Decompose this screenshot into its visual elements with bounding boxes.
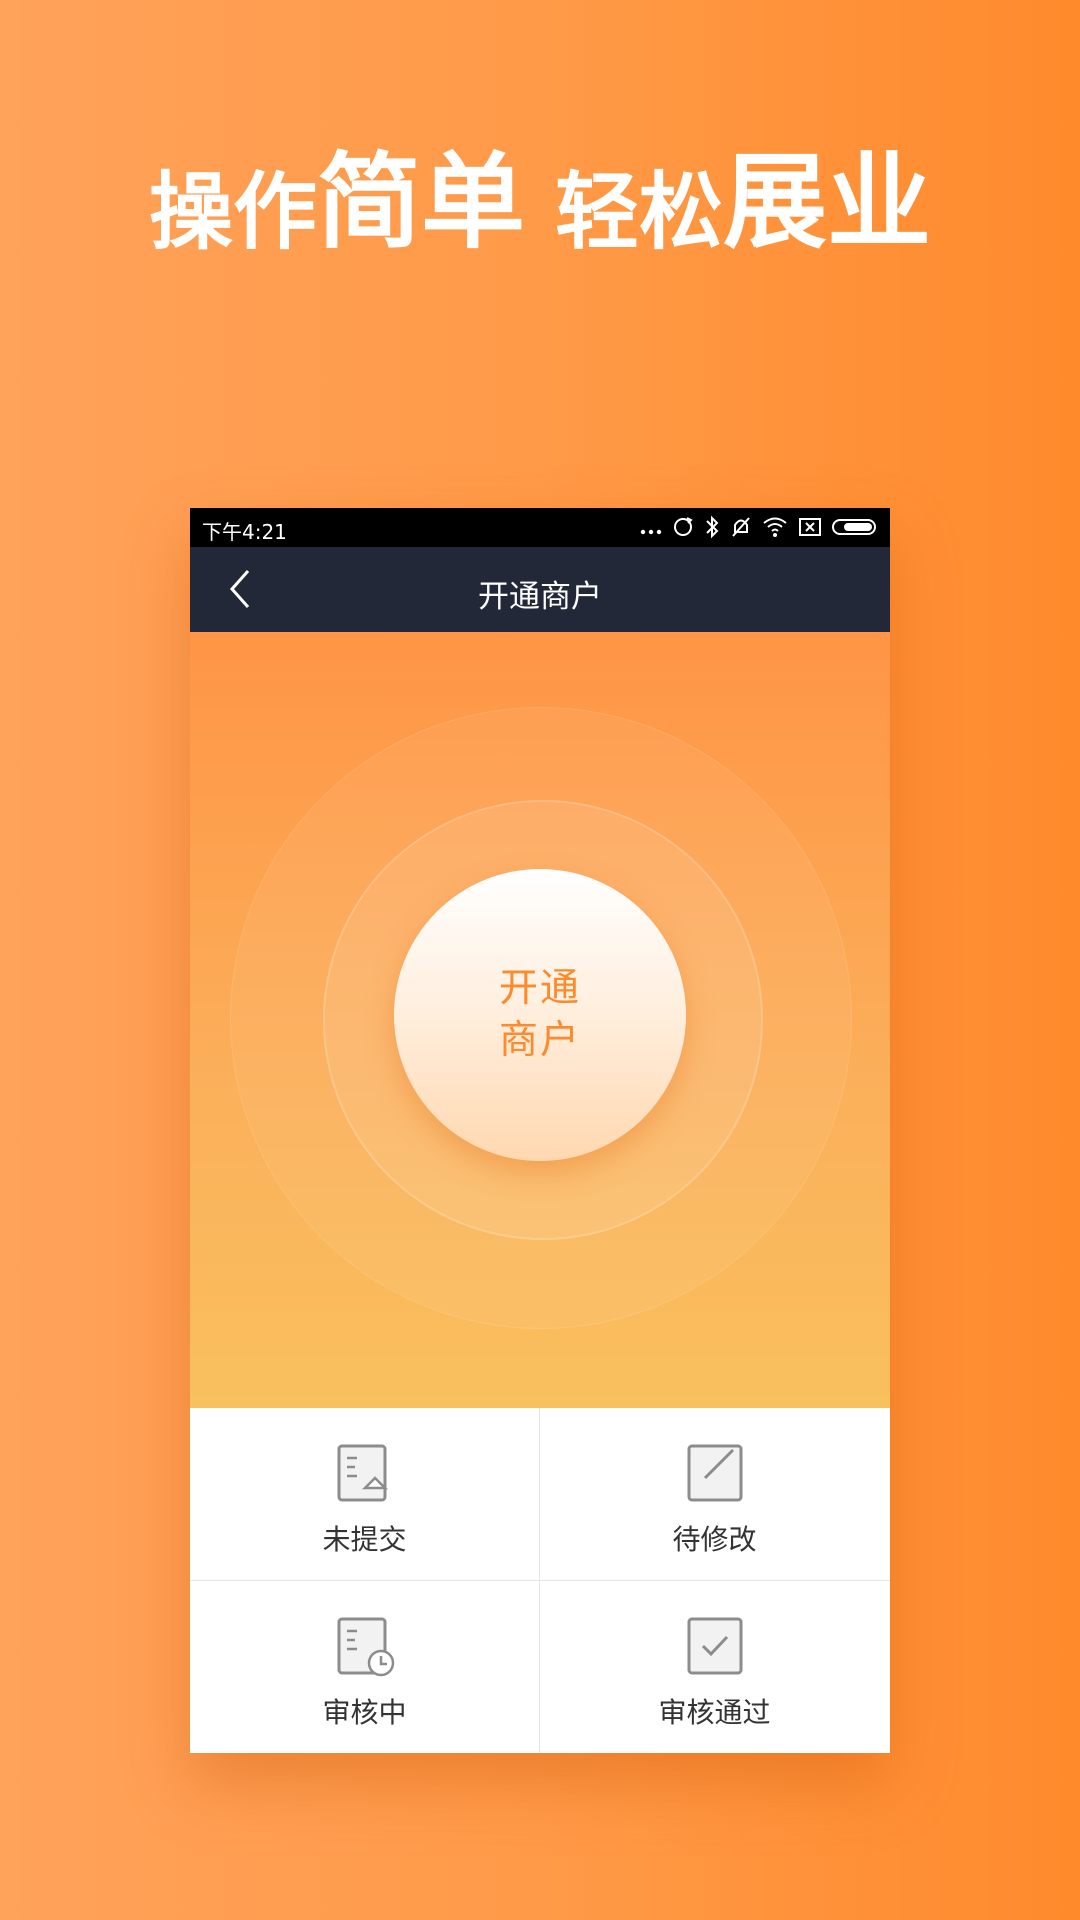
document-upload-icon	[337, 1444, 388, 1502]
phone-screen: 下午4:21 开通商户 开通 商户 未提交 待修改 审核中 审核通过	[190, 508, 890, 1753]
more-icon	[640, 529, 662, 535]
headline-part-4: 展业	[723, 141, 932, 263]
promo-headline: 操作简单 轻松展业	[0, 150, 1080, 254]
status-grid: 未提交 待修改 审核中 审核通过	[190, 1408, 890, 1753]
status-bar: 下午4:21	[190, 508, 890, 547]
battery-icon	[832, 519, 876, 535]
open-merchant-label-line2: 商户	[498, 1018, 581, 1063]
page-title: 开通商户	[478, 579, 602, 615]
bluetooth-icon	[706, 515, 719, 539]
open-merchant-button[interactable]: 开通 商户	[394, 869, 686, 1161]
grid-item-label: 待修改	[672, 1523, 757, 1556]
document-clock-icon	[337, 1617, 394, 1677]
edit-icon	[687, 1444, 742, 1502]
status-time: 下午4:21	[202, 520, 287, 544]
sim-icon	[799, 518, 821, 536]
grid-item-approved[interactable]: 审核通过	[540, 1581, 889, 1753]
checkbox-icon	[687, 1617, 742, 1675]
grid-item-pending-edit[interactable]: 待修改	[540, 1408, 889, 1580]
headline-part-1: 操作	[148, 163, 317, 261]
headline-part-3: 轻松	[555, 163, 724, 261]
headline-part-2: 简单	[316, 141, 525, 263]
status-icons	[640, 514, 878, 540]
mute-icon	[732, 517, 750, 537]
wifi-icon	[763, 517, 787, 537]
grid-item-not-submitted[interactable]: 未提交	[190, 1408, 539, 1580]
grid-item-label: 审核通过	[658, 1696, 771, 1729]
nav-bar: 开通商户	[190, 547, 890, 632]
sync-icon	[674, 517, 693, 536]
grid-item-label: 审核中	[322, 1696, 407, 1729]
grid-item-label: 未提交	[322, 1523, 407, 1556]
grid-item-under-review[interactable]: 审核中	[190, 1581, 539, 1753]
open-merchant-label-line1: 开通	[498, 966, 581, 1011]
hero-area: 开通 商户	[190, 632, 890, 1408]
